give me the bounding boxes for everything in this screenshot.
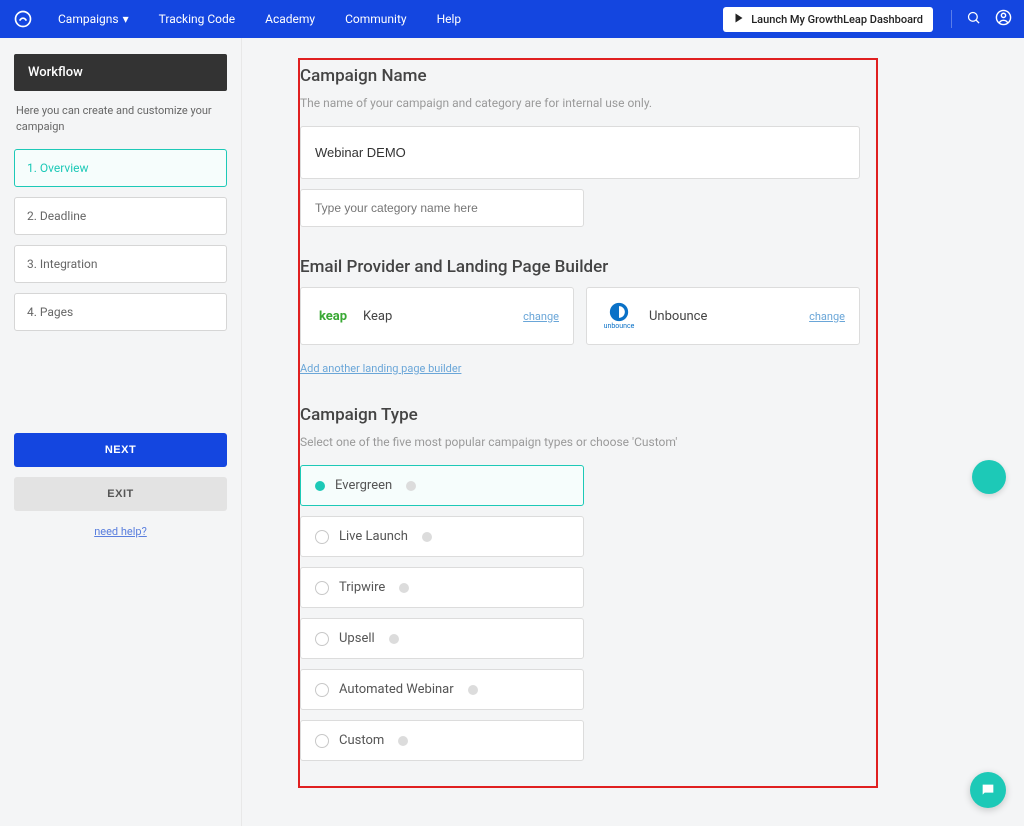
campaign-name-input[interactable] <box>300 126 860 179</box>
nav-right <box>951 9 1012 29</box>
app-logo-icon[interactable] <box>12 8 34 30</box>
info-icon[interactable] <box>468 685 478 695</box>
keap-logo-icon: keap <box>315 302 351 330</box>
type-custom[interactable]: Custom <box>300 720 584 761</box>
type-upsell[interactable]: Upsell <box>300 618 584 659</box>
type-label: Tripwire <box>339 580 385 595</box>
campaign-name-sub: The name of your campaign and category a… <box>300 96 860 110</box>
type-label: Custom <box>339 733 384 748</box>
search-icon[interactable] <box>966 10 981 28</box>
type-label: Upsell <box>339 631 375 646</box>
category-input[interactable] <box>300 189 584 227</box>
provider-name: Keap <box>363 309 511 324</box>
change-landing-page-link[interactable]: change <box>809 310 845 323</box>
chevron-down-icon: ▾ <box>123 12 129 26</box>
info-icon[interactable] <box>406 481 416 491</box>
radio-icon <box>315 734 329 748</box>
campaign-type-sub: Select one of the five most popular camp… <box>300 435 860 449</box>
nav-links: Campaigns ▾ Tracking Code Academy Commun… <box>58 12 723 26</box>
unbounce-logo-icon: unbounce <box>601 302 637 330</box>
nav-community[interactable]: Community <box>345 12 406 26</box>
launch-icon <box>733 12 745 27</box>
provider-name: Unbounce <box>649 309 797 324</box>
campaign-type-title: Campaign Type <box>300 405 860 425</box>
type-label: Automated Webinar <box>339 682 454 697</box>
provider-card-unbounce: unbounce Unbounce change <box>586 287 860 345</box>
change-email-provider-link[interactable]: change <box>523 310 559 323</box>
type-tripwire[interactable]: Tripwire <box>300 567 584 608</box>
workflow-header: Workflow <box>14 54 227 91</box>
help-fab[interactable] <box>972 460 1006 494</box>
radio-icon <box>315 581 329 595</box>
sidebar: Workflow Here you can create and customi… <box>0 38 242 826</box>
type-evergreen[interactable]: Evergreen <box>300 465 584 506</box>
radio-icon <box>315 683 329 697</box>
step-deadline[interactable]: 2. Deadline <box>14 197 227 235</box>
type-live-launch[interactable]: Live Launch <box>300 516 584 557</box>
next-button[interactable]: NEXT <box>14 433 227 467</box>
info-icon[interactable] <box>399 583 409 593</box>
main-content: Campaign Name The name of your campaign … <box>242 38 1024 826</box>
nav-tracking-code[interactable]: Tracking Code <box>159 12 236 26</box>
info-icon[interactable] <box>398 736 408 746</box>
step-overview[interactable]: 1. Overview <box>14 149 227 187</box>
chat-fab[interactable] <box>970 772 1006 808</box>
workflow-description: Here you can create and customize your c… <box>14 91 227 149</box>
nav-help[interactable]: Help <box>437 12 462 26</box>
campaign-name-title: Campaign Name <box>300 66 860 86</box>
launch-dashboard-button[interactable]: Launch My GrowthLeap Dashboard <box>723 7 933 32</box>
provider-card-keap: keap Keap change <box>300 287 574 345</box>
nav-academy[interactable]: Academy <box>265 12 315 26</box>
type-automated-webinar[interactable]: Automated Webinar <box>300 669 584 710</box>
info-icon[interactable] <box>422 532 432 542</box>
providers-row: keap Keap change unbounce Unbounce chang… <box>300 287 860 345</box>
nav-divider <box>951 10 952 28</box>
top-nav: Campaigns ▾ Tracking Code Academy Commun… <box>0 0 1024 38</box>
step-pages[interactable]: 4. Pages <box>14 293 227 331</box>
add-landing-page-builder-link[interactable]: Add another landing page builder <box>300 362 461 375</box>
user-icon[interactable] <box>995 9 1012 29</box>
providers-title: Email Provider and Landing Page Builder <box>300 257 860 277</box>
radio-icon <box>315 481 325 491</box>
type-label: Live Launch <box>339 529 408 544</box>
step-integration[interactable]: 3. Integration <box>14 245 227 283</box>
type-label: Evergreen <box>335 478 392 493</box>
radio-icon <box>315 530 329 544</box>
nav-campaigns[interactable]: Campaigns ▾ <box>58 12 129 26</box>
radio-icon <box>315 632 329 646</box>
info-icon[interactable] <box>389 634 399 644</box>
need-help-link[interactable]: need help? <box>14 525 227 538</box>
exit-button[interactable]: EXIT <box>14 477 227 511</box>
